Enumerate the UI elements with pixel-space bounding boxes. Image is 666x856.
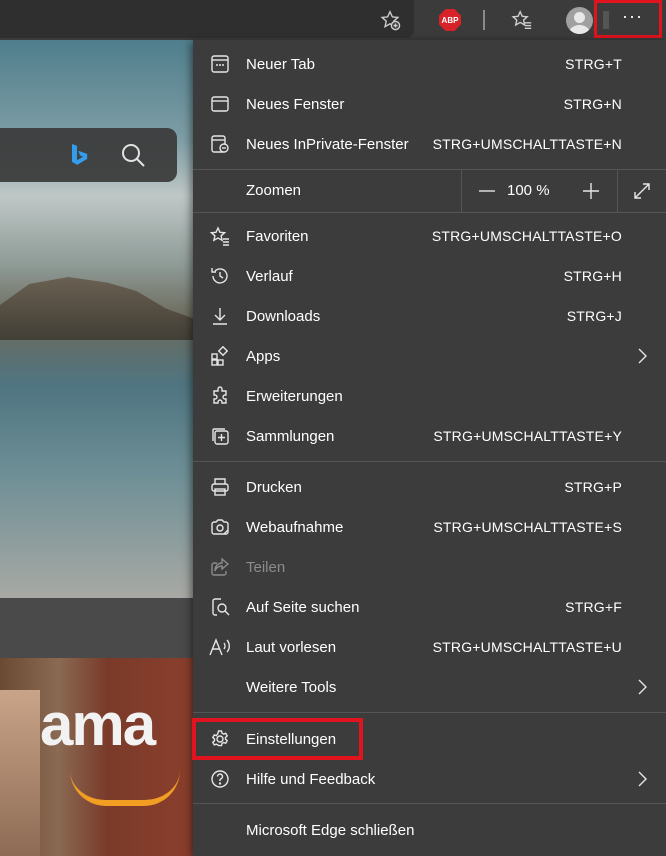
menu-item-shortcut: STRG+H [563, 268, 622, 284]
menu-item-label: Weitere Tools [246, 678, 337, 696]
menu-item-history[interactable]: Verlauf STRG+H [193, 256, 666, 296]
new-tab-icon [209, 53, 231, 75]
browser-toolbar: ABP ··· [0, 0, 666, 40]
menu-item-shortcut: STRG+UMSCHALTTASTE+U [432, 639, 622, 655]
zoom-in-button[interactable] [565, 170, 617, 212]
menu-item-settings[interactable]: Einstellungen [193, 719, 666, 759]
extensions-puzzle-icon [209, 385, 231, 407]
menu-item-extensions[interactable]: Erweiterungen [193, 376, 666, 416]
menu-item-label: Neuer Tab [246, 55, 315, 73]
menu-item-shortcut: STRG+F [565, 599, 622, 615]
find-on-page-icon [209, 596, 231, 618]
inprivate-window-icon [209, 133, 231, 155]
menu-divider [193, 712, 666, 713]
menu-item-label: Laut vorlesen [246, 638, 337, 656]
menu-divider [193, 461, 666, 462]
background-strip [0, 598, 195, 658]
menu-item-label: Drucken [246, 478, 302, 496]
chevron-right-icon [632, 769, 652, 789]
adblock-plus-icon[interactable]: ABP [439, 9, 461, 31]
menu-item-find-on-page[interactable]: Auf Seite suchen STRG+F [193, 587, 666, 627]
news-tile-text: ama [40, 691, 156, 758]
menu-item-label: Sammlungen [246, 427, 335, 445]
menu-item-collections[interactable]: Sammlungen STRG+UMSCHALTTASTE+Y [193, 416, 666, 456]
new-window-icon [209, 93, 231, 115]
chevron-right-icon [632, 677, 652, 697]
address-bar[interactable] [0, 0, 414, 38]
profile-avatar[interactable] [566, 7, 593, 34]
menu-item-shortcut: STRG+UMSCHALTTASTE+S [433, 519, 622, 535]
menu-divider [193, 803, 666, 804]
toolbar-separator [483, 10, 485, 30]
menu-item-label: Favoriten [246, 227, 309, 245]
favorites-icon[interactable] [508, 6, 536, 34]
menu-item-label: Apps [246, 347, 281, 365]
help-icon [209, 768, 231, 790]
add-favorite-icon[interactable] [376, 6, 404, 34]
web-capture-icon [209, 516, 231, 538]
zoom-label: Zoomen [246, 182, 302, 199]
menu-item-label: Microsoft Edge schließen [246, 821, 415, 839]
history-icon [209, 265, 231, 287]
menu-item-label: Neues Fenster [246, 95, 345, 113]
share-icon [209, 556, 231, 578]
menu-item-label: Verlauf [246, 267, 293, 285]
menu-item-share: Teilen [193, 547, 666, 587]
settings-and-more-menu: Neuer Tab STRG+T Neues Fenster STRG+N Ne… [193, 40, 666, 856]
menu-item-label: Erweiterungen [246, 387, 343, 405]
apps-icon [209, 345, 231, 367]
menu-item-help-feedback[interactable]: Hilfe und Feedback [193, 759, 666, 799]
menu-item-zoom: Zoomen 100 % [193, 170, 666, 212]
menu-item-label: Einstellungen [246, 730, 337, 748]
chevron-right-icon [632, 346, 652, 366]
menu-item-shortcut: STRG+UMSCHALTTASTE+Y [433, 428, 622, 444]
zoom-level-value: 100 % [507, 182, 550, 199]
bing-icon[interactable] [70, 143, 88, 167]
menu-item-shortcut: STRG+UMSCHALTTASTE+N [432, 136, 622, 152]
printer-icon [209, 476, 231, 498]
menu-item-print[interactable]: Drucken STRG+P [193, 467, 666, 507]
menu-item-close-edge[interactable]: Microsoft Edge schließen [193, 810, 666, 850]
more-dots-icon: ··· [622, 6, 643, 26]
menu-item-read-aloud[interactable]: Laut vorlesen STRG+UMSCHALTTASTE+U [193, 627, 666, 667]
menu-item-shortcut: STRG+N [563, 96, 622, 112]
menu-item-new-tab[interactable]: Neuer Tab STRG+T [193, 44, 666, 84]
menu-item-new-inprivate-window[interactable]: Neues InPrivate-Fenster STRG+UMSCHALTTAS… [193, 124, 666, 164]
menu-item-web-capture[interactable]: Webaufnahme STRG+UMSCHALTTASTE+S [193, 507, 666, 547]
page-search-box[interactable] [0, 128, 177, 182]
menu-item-label: Auf Seite suchen [246, 598, 360, 616]
menu-divider [193, 212, 666, 213]
settings-and-more-button[interactable]: ··· [594, 0, 662, 38]
read-aloud-icon [209, 636, 231, 658]
collections-icon [209, 425, 231, 447]
menu-item-label: Hilfe und Feedback [246, 770, 376, 788]
zoom-out-button[interactable] [461, 170, 513, 212]
news-tile-face [0, 690, 40, 856]
menu-item-new-window[interactable]: Neues Fenster STRG+N [193, 84, 666, 124]
menu-item-apps[interactable]: Apps [193, 336, 666, 376]
fullscreen-button[interactable] [618, 170, 666, 212]
menu-item-label: Downloads [246, 307, 321, 325]
search-icon[interactable] [120, 142, 146, 168]
menu-item-label: Teilen [246, 558, 286, 576]
menu-item-shortcut: STRG+P [564, 479, 622, 495]
menu-item-label: Neues InPrivate-Fenster [246, 135, 409, 153]
gear-icon [209, 728, 231, 750]
menu-item-favorites[interactable]: Favoriten STRG+UMSCHALTTASTE+O [193, 216, 666, 256]
menu-item-shortcut: STRG+J [566, 308, 622, 324]
menu-item-downloads[interactable]: Downloads STRG+J [193, 296, 666, 336]
menu-item-label: Webaufnahme [246, 518, 344, 536]
menu-item-shortcut: STRG+UMSCHALTTASTE+O [431, 228, 622, 244]
menu-item-more-tools[interactable]: Weitere Tools [193, 667, 666, 707]
favorites-icon [209, 225, 231, 247]
download-icon [209, 305, 231, 327]
menu-item-shortcut: STRG+T [565, 56, 622, 72]
